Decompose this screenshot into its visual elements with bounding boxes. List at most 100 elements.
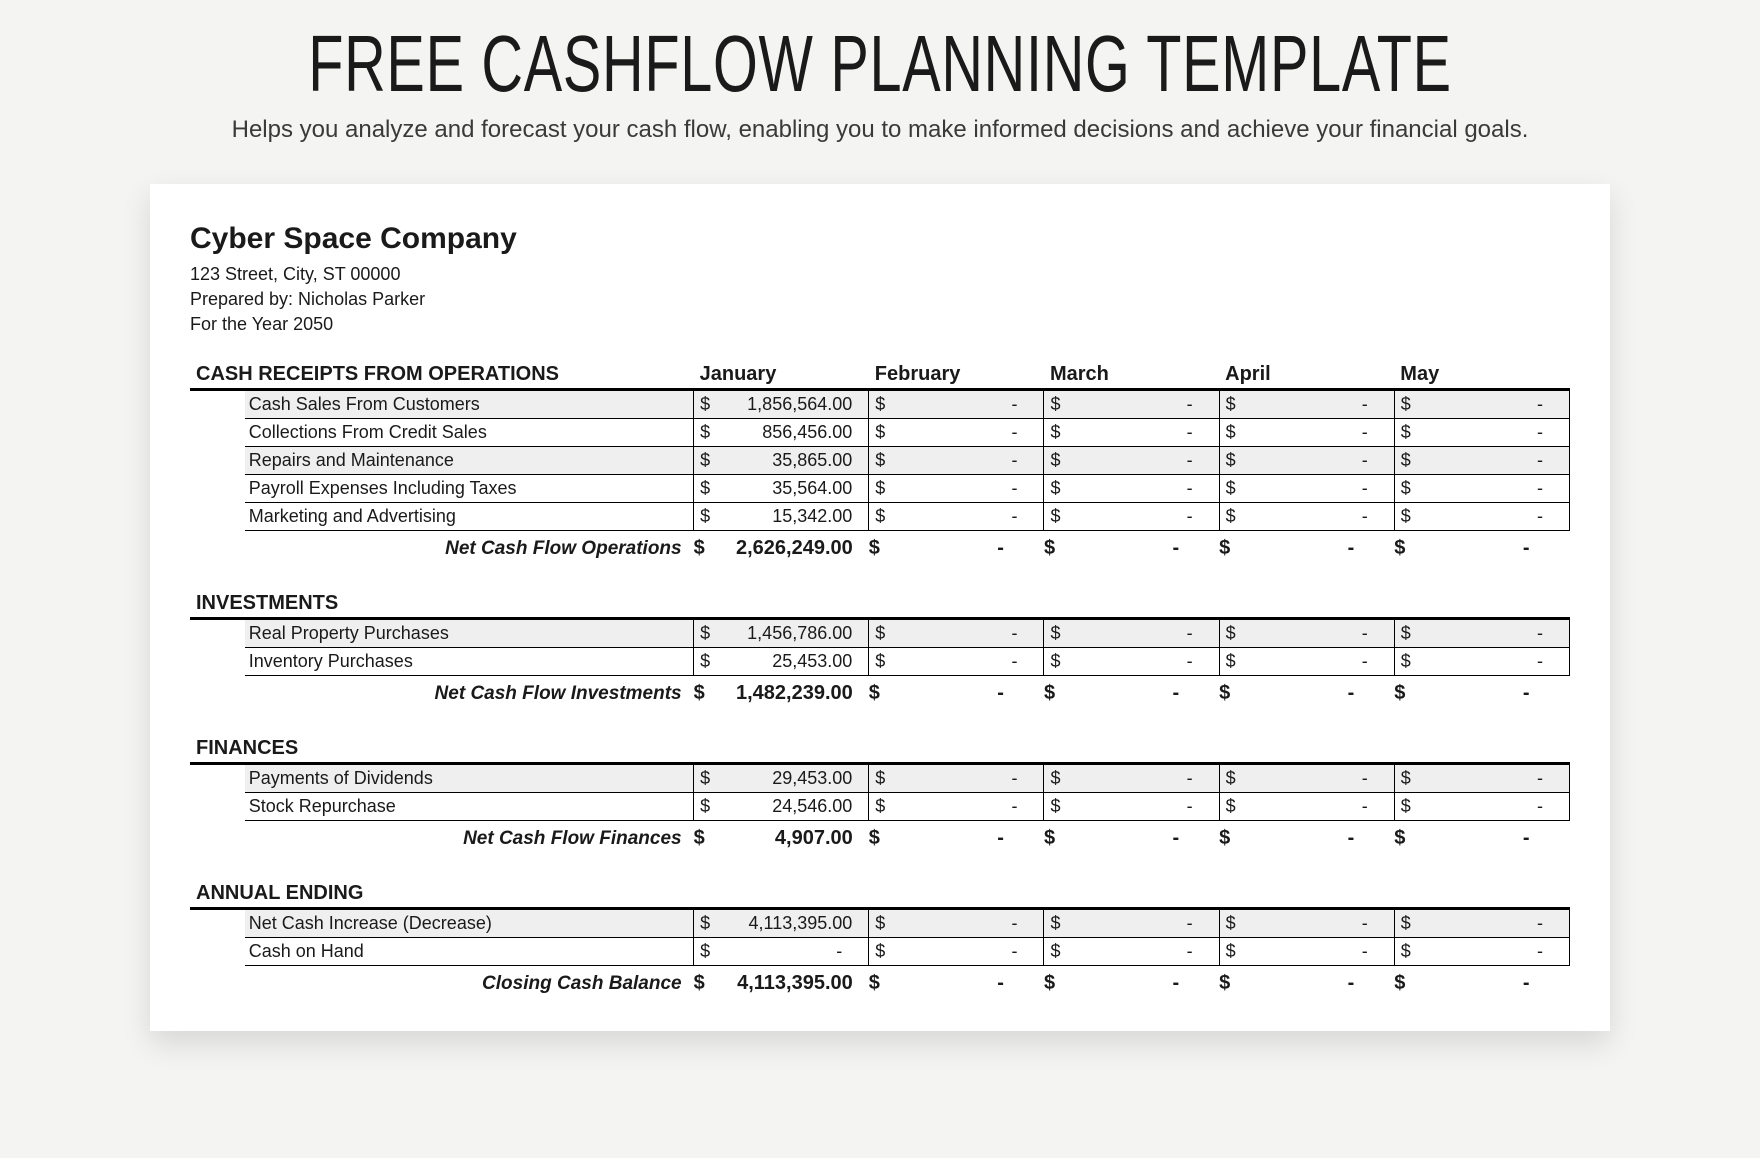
money-cell: $- [869, 793, 1044, 821]
money-cell: $- [1219, 764, 1394, 793]
money-cell: $- [1394, 966, 1569, 1002]
money-cell: $- [869, 619, 1044, 648]
cashflow-table: CASH RECEIPTS FROM OPERATIONSJanuaryFebr… [190, 363, 1570, 1001]
table-row: Inventory Purchases$25,453.00$-$-$-$- [190, 648, 1570, 676]
total-label: Net Cash Flow Finances [190, 821, 694, 857]
total-label: Net Cash Flow Investments [190, 676, 694, 712]
money-cell: $- [1219, 821, 1394, 857]
month-header [1044, 856, 1219, 909]
month-header [694, 566, 869, 619]
money-cell: $35,564.00 [694, 475, 869, 503]
money-cell: $- [869, 419, 1044, 447]
money-cell: $- [1044, 909, 1219, 938]
money-cell: $- [1219, 531, 1394, 567]
table-row: Cash on Hand$-$-$-$-$- [190, 938, 1570, 966]
company-prepared-by: Prepared by: Nicholas Parker [190, 289, 1570, 310]
money-cell: $- [1044, 764, 1219, 793]
money-cell: $- [1219, 447, 1394, 475]
money-cell: $- [1044, 447, 1219, 475]
money-cell: $- [1394, 419, 1569, 447]
money-cell: $- [1394, 938, 1569, 966]
money-cell: $- [1394, 619, 1569, 648]
row-label: Payments of Dividends [245, 764, 694, 793]
row-label: Net Cash Increase (Decrease) [245, 909, 694, 938]
money-cell: $- [1394, 531, 1569, 567]
page-subtitle: Helps you analyze and forecast your cash… [0, 116, 1760, 144]
money-cell: $- [1044, 648, 1219, 676]
money-cell: $4,113,395.00 [694, 966, 869, 1002]
money-cell: $- [1219, 503, 1394, 531]
row-label: Real Property Purchases [245, 619, 694, 648]
money-cell: $15,342.00 [694, 503, 869, 531]
month-header [1044, 711, 1219, 764]
table-row: Collections From Credit Sales$856,456.00… [190, 419, 1570, 447]
month-header: March [1044, 363, 1219, 390]
table-row: Net Cash Increase (Decrease)$4,113,395.0… [190, 909, 1570, 938]
row-label: Collections From Credit Sales [245, 419, 694, 447]
money-cell: $35,865.00 [694, 447, 869, 475]
month-header: January [694, 363, 869, 390]
money-cell: $- [869, 676, 1044, 712]
money-cell: $- [869, 966, 1044, 1002]
money-cell: $- [1394, 503, 1569, 531]
table-row: Marketing and Advertising$15,342.00$-$-$… [190, 503, 1570, 531]
month-header [694, 711, 869, 764]
money-cell: $- [1394, 390, 1569, 419]
money-cell: $- [1044, 531, 1219, 567]
money-cell: $- [1219, 676, 1394, 712]
money-cell: $- [1044, 793, 1219, 821]
money-cell: $- [1394, 447, 1569, 475]
page-title: FREE CASHFLOW PLANNING TEMPLATE [246, 18, 1513, 110]
money-cell: $- [869, 938, 1044, 966]
row-label: Cash Sales From Customers [245, 390, 694, 419]
money-cell: $- [869, 531, 1044, 567]
money-cell: $- [1394, 648, 1569, 676]
money-cell: $- [1394, 475, 1569, 503]
table-row: Payroll Expenses Including Taxes$35,564.… [190, 475, 1570, 503]
total-row: Net Cash Flow Operations$2,626,249.00$-$… [190, 531, 1570, 567]
section-title: ANNUAL ENDING [190, 856, 694, 909]
money-cell: $- [1394, 764, 1569, 793]
money-cell: $- [1219, 390, 1394, 419]
money-cell: $- [1219, 793, 1394, 821]
spreadsheet-card: Cyber Space Company 123 Street, City, ST… [150, 184, 1610, 1031]
money-cell: $- [1219, 419, 1394, 447]
money-cell: $- [869, 475, 1044, 503]
money-cell: $- [1394, 676, 1569, 712]
month-header [694, 856, 869, 909]
money-cell: $- [1394, 909, 1569, 938]
section-title: FINANCES [190, 711, 694, 764]
money-cell: $- [1219, 938, 1394, 966]
money-cell: $4,113,395.00 [694, 909, 869, 938]
row-label: Payroll Expenses Including Taxes [245, 475, 694, 503]
money-cell: $- [1219, 475, 1394, 503]
money-cell: $1,456,786.00 [694, 619, 869, 648]
month-header [869, 566, 1044, 619]
money-cell: $- [1219, 909, 1394, 938]
month-header: February [869, 363, 1044, 390]
money-cell: $1,482,239.00 [694, 676, 869, 712]
money-cell: $- [1044, 676, 1219, 712]
month-header [869, 711, 1044, 764]
money-cell: $- [869, 764, 1044, 793]
money-cell: $- [1044, 619, 1219, 648]
month-header: April [1219, 363, 1394, 390]
money-cell: $- [869, 648, 1044, 676]
company-name: Cyber Space Company [190, 222, 1570, 256]
money-cell: $- [1394, 821, 1569, 857]
money-cell: $- [869, 821, 1044, 857]
company-meta: 123 Street, City, ST 00000 Prepared by: … [190, 264, 1570, 335]
total-label: Net Cash Flow Operations [190, 531, 694, 567]
company-period: For the Year 2050 [190, 314, 1570, 335]
money-cell: $- [1044, 966, 1219, 1002]
section-title: CASH RECEIPTS FROM OPERATIONS [190, 363, 694, 390]
money-cell: $4,907.00 [694, 821, 869, 857]
money-cell: $- [1044, 390, 1219, 419]
money-cell: $- [1219, 966, 1394, 1002]
money-cell: $- [869, 390, 1044, 419]
money-cell: $24,546.00 [694, 793, 869, 821]
month-header [1394, 711, 1569, 764]
money-cell: $856,456.00 [694, 419, 869, 447]
month-header [1044, 566, 1219, 619]
month-header [1219, 711, 1394, 764]
